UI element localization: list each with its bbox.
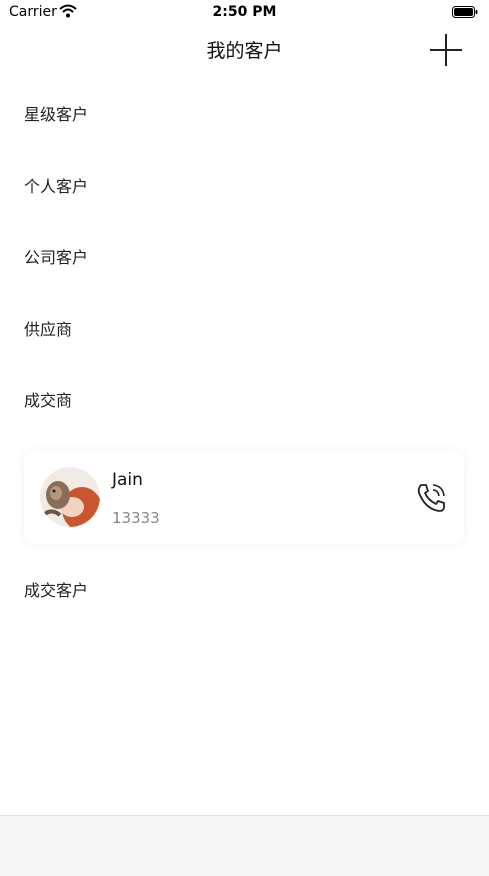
contact-phone: 13333 — [112, 509, 160, 527]
plus-icon[interactable] — [428, 32, 464, 68]
battery-icon — [452, 6, 478, 18]
status-time: 2:50 PM — [212, 4, 277, 20]
page-title: 我的客户 — [206, 40, 283, 62]
group-item-suppliers[interactable]: 供应商 — [24, 316, 72, 340]
group-item-personal-customers[interactable]: 个人客户 — [24, 173, 88, 197]
phone-icon[interactable] — [414, 481, 448, 515]
group-item-deal-customers[interactable]: 成交客户 — [24, 577, 88, 601]
status-bar: Carrier 2:50 PM — [0, 0, 489, 26]
tab-bar — [0, 815, 489, 876]
avatar — [40, 467, 100, 527]
group-item-company-customers[interactable]: 公司客户 — [24, 244, 88, 268]
group-item-star-customers[interactable]: 星级客户 — [24, 101, 88, 125]
group-item-deal-merchants[interactable]: 成交商 — [24, 387, 72, 411]
contact-card[interactable]: Jain 13333 — [24, 451, 464, 544]
contact-name: Jain — [112, 470, 143, 490]
